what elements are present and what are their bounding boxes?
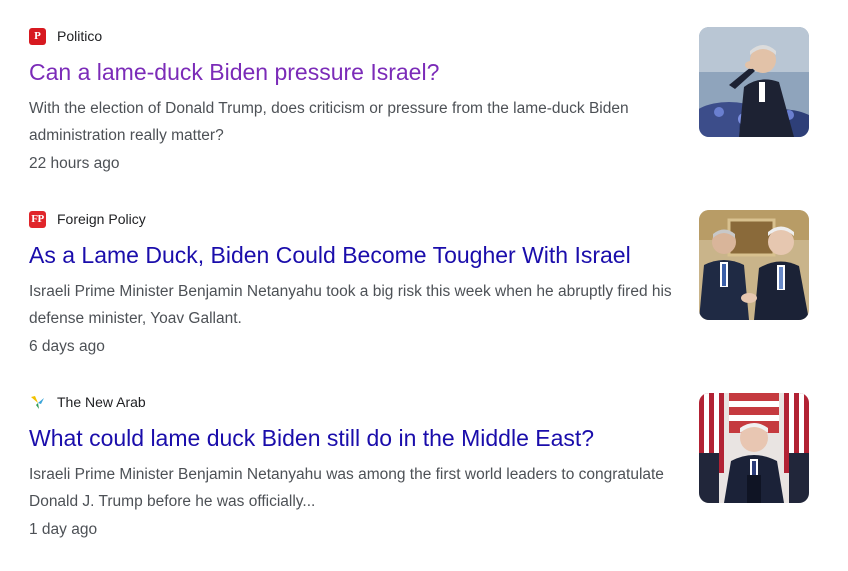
politico-logo-icon: P bbox=[29, 27, 46, 45]
saluting-man-photo-icon bbox=[699, 27, 809, 137]
result-title-link[interactable]: Can a lame-duck Biden pressure Israel? bbox=[29, 57, 679, 87]
result-snippet: Israeli Prime Minister Benjamin Netanyah… bbox=[29, 466, 664, 510]
result-timestamp: 1 day ago bbox=[29, 521, 98, 538]
new-arab-logo-icon bbox=[29, 394, 46, 411]
source-row: The New Arab bbox=[29, 393, 146, 411]
result-snippet: With the election of Donald Trump, does … bbox=[29, 100, 629, 144]
result-timestamp: 6 days ago bbox=[29, 338, 105, 355]
news-result[interactable]: P Politico Can a lame-duck Biden pressur… bbox=[29, 27, 819, 197]
result-title-link[interactable]: As a Lame Duck, Biden Could Become Tough… bbox=[29, 240, 679, 270]
source-name: Politico bbox=[57, 28, 103, 44]
news-result[interactable]: The New Arab What could lame duck Biden … bbox=[29, 393, 819, 563]
foreign-policy-logo-icon: FP bbox=[29, 210, 46, 228]
result-snippet: Israeli Prime Minister Benjamin Netanyah… bbox=[29, 283, 672, 327]
source-name: Foreign Policy bbox=[57, 211, 146, 227]
result-thumbnail[interactable] bbox=[699, 210, 809, 320]
source-row: P Politico bbox=[29, 27, 102, 45]
source-name: The New Arab bbox=[57, 394, 146, 410]
result-thumbnail[interactable] bbox=[699, 393, 809, 503]
result-timestamp: 22 hours ago bbox=[29, 155, 120, 172]
result-thumbnail[interactable] bbox=[699, 27, 809, 137]
news-result[interactable]: FP Foreign Policy As a Lame Duck, Biden … bbox=[29, 210, 819, 380]
two-leaders-photo-icon bbox=[699, 210, 809, 320]
podium-speech-photo-icon bbox=[699, 393, 809, 503]
result-title-link[interactable]: What could lame duck Biden still do in t… bbox=[29, 423, 679, 453]
source-row: FP Foreign Policy bbox=[29, 210, 146, 228]
